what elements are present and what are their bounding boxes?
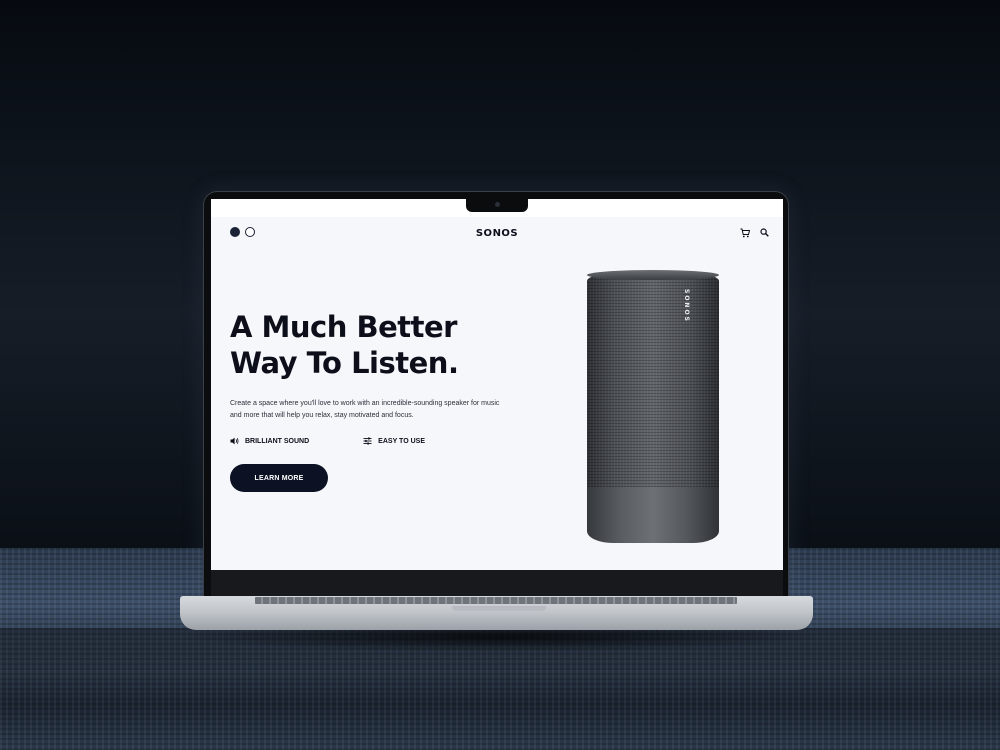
feature-label: BRILLIANT SOUND bbox=[245, 437, 310, 445]
nav-icons bbox=[740, 228, 769, 238]
sliders-icon bbox=[363, 437, 372, 445]
feature-list: BRILLIANT SOUND EASY TO USE bbox=[230, 437, 425, 445]
speaker-icon bbox=[230, 437, 239, 445]
feature-brilliant-sound: BRILLIANT SOUND bbox=[230, 437, 309, 445]
lid-opening-lip bbox=[452, 606, 546, 611]
speaker-image: SONOS bbox=[585, 270, 721, 545]
hero-headline: A Much Better Way To Listen. bbox=[230, 309, 459, 381]
speaker-grille bbox=[587, 273, 719, 487]
search-icon[interactable] bbox=[760, 228, 769, 238]
brand-logo[interactable]: SONOS bbox=[211, 228, 783, 239]
speaker-brand-text: SONOS bbox=[683, 289, 690, 323]
headline-line-2: Way To Listen. bbox=[230, 346, 459, 380]
keyboard-edge bbox=[255, 597, 737, 604]
website-screen: SONOS A Much Better Way To Listen. Creat… bbox=[211, 199, 783, 570]
speaker-top bbox=[587, 270, 719, 280]
feature-label: EASY TO USE bbox=[378, 437, 425, 445]
hero-description: Create a space where you'll love to work… bbox=[230, 400, 500, 419]
camera-icon bbox=[495, 202, 500, 207]
screen-bottom-bezel bbox=[211, 570, 783, 596]
cart-icon[interactable] bbox=[740, 228, 750, 238]
feature-easy-to-use: EASY TO USE bbox=[363, 437, 425, 445]
speaker-base bbox=[587, 487, 719, 543]
learn-more-button[interactable]: LEARN MORE bbox=[230, 464, 328, 492]
mockup-scene: SONOS A Much Better Way To Listen. Creat… bbox=[0, 0, 1000, 750]
headline-line-1: A Much Better bbox=[230, 310, 457, 344]
